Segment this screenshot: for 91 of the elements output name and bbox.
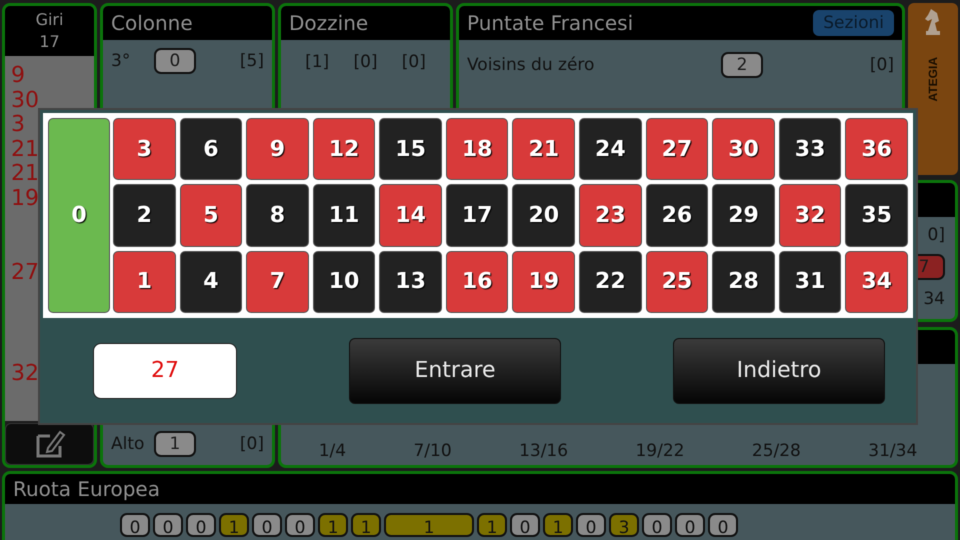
count-pill: 0 <box>510 513 540 537</box>
number-cell[interactable]: 15 <box>379 118 442 180</box>
history-number: 9 <box>11 64 26 88</box>
bracket-count: [0] <box>240 434 264 454</box>
number-cell[interactable]: 16 <box>446 250 508 313</box>
count-pill: 1 <box>477 513 507 537</box>
count-pill: 1 <box>384 513 474 537</box>
number-cell[interactable]: 9 <box>246 118 309 180</box>
number-cell[interactable]: 29 <box>712 184 775 247</box>
number-cell[interactable]: 7 <box>246 250 309 313</box>
count-pill: 0 <box>153 513 183 537</box>
count-pill: 0 <box>642 513 672 537</box>
number-cell[interactable]: 28 <box>712 250 775 313</box>
number-field[interactable]: 27 <box>93 342 237 398</box>
range-label: 19/22 <box>635 441 684 461</box>
row-label: Alto <box>111 434 146 454</box>
count-pill: 1 <box>543 513 573 537</box>
dialog-button[interactable]: Indietro <box>673 338 885 404</box>
count-pill: 0 <box>154 48 196 74</box>
number-cell[interactable]: 32 <box>778 184 842 247</box>
range-label: 31/34 <box>868 441 918 461</box>
number-cell[interactable]: 3 <box>113 118 176 180</box>
count-pill: 1 <box>154 431 196 457</box>
count-pill: 3 <box>609 513 639 537</box>
count-pill: 0 <box>252 513 282 537</box>
row-label: 3° <box>111 51 132 71</box>
history-number: 21 <box>11 162 40 186</box>
number-cell[interactable]: 23 <box>579 184 642 247</box>
number-cell[interactable]: 27 <box>646 118 708 180</box>
count-pill: 2 <box>721 52 763 78</box>
number-cell[interactable]: 34 <box>845 250 908 313</box>
panel-title: Puntate Francesi <box>467 11 634 35</box>
bracket-count: [0] <box>402 52 426 72</box>
number-cell[interactable]: 24 <box>579 118 642 180</box>
number-cell[interactable]: 33 <box>778 118 842 180</box>
row-label: Voisins du zéro <box>467 55 596 75</box>
panel-title: Colonne <box>111 11 193 35</box>
count-pill: 0 <box>675 513 705 537</box>
count-pill: 1 <box>318 513 348 537</box>
number-cell[interactable]: 30 <box>712 118 775 180</box>
history-number: 21 <box>11 138 40 162</box>
history-number: 30 <box>11 88 40 113</box>
history-number: 32 <box>11 362 40 386</box>
count-text: 0] <box>928 225 945 246</box>
count-pill: 1 <box>351 513 381 537</box>
number-cell[interactable]: 1 <box>113 250 176 313</box>
bracket-count: [0] <box>870 55 894 75</box>
count-text: 34 <box>923 288 945 309</box>
number-cell[interactable]: 36 <box>845 118 908 180</box>
history-number: 19 <box>11 186 40 211</box>
number-cell[interactable]: 18 <box>446 118 508 180</box>
number-cell[interactable]: 22 <box>579 250 642 313</box>
number-cell[interactable]: 5 <box>180 184 242 247</box>
range-label: 13/16 <box>519 441 568 461</box>
number-cell[interactable]: 26 <box>646 184 708 247</box>
number-cell[interactable]: 20 <box>512 184 576 247</box>
number-cell[interactable]: 13 <box>379 250 442 313</box>
number-cell[interactable]: 2 <box>113 184 176 247</box>
edit-button[interactable] <box>5 423 94 465</box>
range-label: 7/10 <box>413 441 452 461</box>
number-cell[interactable]: 12 <box>312 118 376 180</box>
count-pill: 0 <box>120 513 150 537</box>
history-number: 3 <box>11 113 26 138</box>
giri-title: Giri <box>36 9 64 31</box>
number-cell[interactable]: 8 <box>246 184 309 247</box>
number-cell[interactable]: 14 <box>379 184 442 247</box>
number-cell[interactable]: 21 <box>512 118 576 180</box>
number-cell[interactable]: 4 <box>180 250 242 313</box>
number-cell[interactable]: 10 <box>312 250 376 313</box>
number-cell[interactable]: 35 <box>845 184 908 247</box>
number-cell[interactable]: 25 <box>646 250 708 313</box>
range-label: 1/4 <box>318 441 346 461</box>
bracket-count: [5] <box>240 51 264 71</box>
number-cell[interactable]: 6 <box>180 118 242 180</box>
number-cell[interactable]: 11 <box>312 184 376 247</box>
dialog-button[interactable]: Entrare <box>349 338 561 404</box>
count-pill: 1 <box>219 513 249 537</box>
panel-title: Dozzine <box>289 11 368 35</box>
number-cell[interactable]: 31 <box>778 250 842 313</box>
count-pill: 0 <box>186 513 216 537</box>
number-cell[interactable]: 17 <box>446 184 508 247</box>
history-number: 27 <box>11 261 40 286</box>
bracket-count: [0] <box>353 52 378 72</box>
spin-count: 17 <box>39 31 60 53</box>
number-cell[interactable]: 19 <box>512 250 576 313</box>
bracket-count: [1] <box>305 52 330 72</box>
count-pill: 0 <box>576 513 606 537</box>
panel-title: Ruota Europea <box>13 477 160 501</box>
range-label: 25/28 <box>752 441 801 461</box>
count-pill: 0 <box>708 513 738 537</box>
count-pill: 0 <box>285 513 315 537</box>
